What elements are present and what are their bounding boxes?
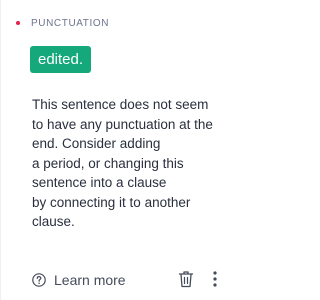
question-circle-icon — [32, 273, 46, 287]
learn-more-label: Learn more — [54, 272, 126, 288]
suggestion-card: PUNCTUATION edited. This sentence does n… — [0, 0, 250, 300]
trash-icon[interactable] — [178, 270, 194, 288]
explanation-line: by connecting it to another — [32, 194, 191, 210]
category-dot-icon — [16, 21, 20, 25]
explanation-line: clause. — [32, 214, 75, 229]
explanation-line: This sentence does not seem — [32, 97, 209, 112]
explanation-line: a period, or changing this — [32, 155, 184, 171]
more-vertical-icon[interactable] — [212, 270, 218, 288]
explanation-line: sentence into a clause — [32, 175, 167, 190]
explanation-line: to have any punctuation at the — [32, 116, 213, 132]
suggestion-replacement-button[interactable]: edited. — [30, 46, 92, 73]
card-header: PUNCTUATION — [16, 16, 109, 30]
learn-more-link[interactable]: Learn more — [32, 270, 126, 290]
explanation-line: end. Consider adding — [32, 136, 161, 151]
category-label: PUNCTUATION — [31, 17, 110, 29]
suggestion-explanation: This sentence does not seem to have any … — [32, 95, 238, 232]
